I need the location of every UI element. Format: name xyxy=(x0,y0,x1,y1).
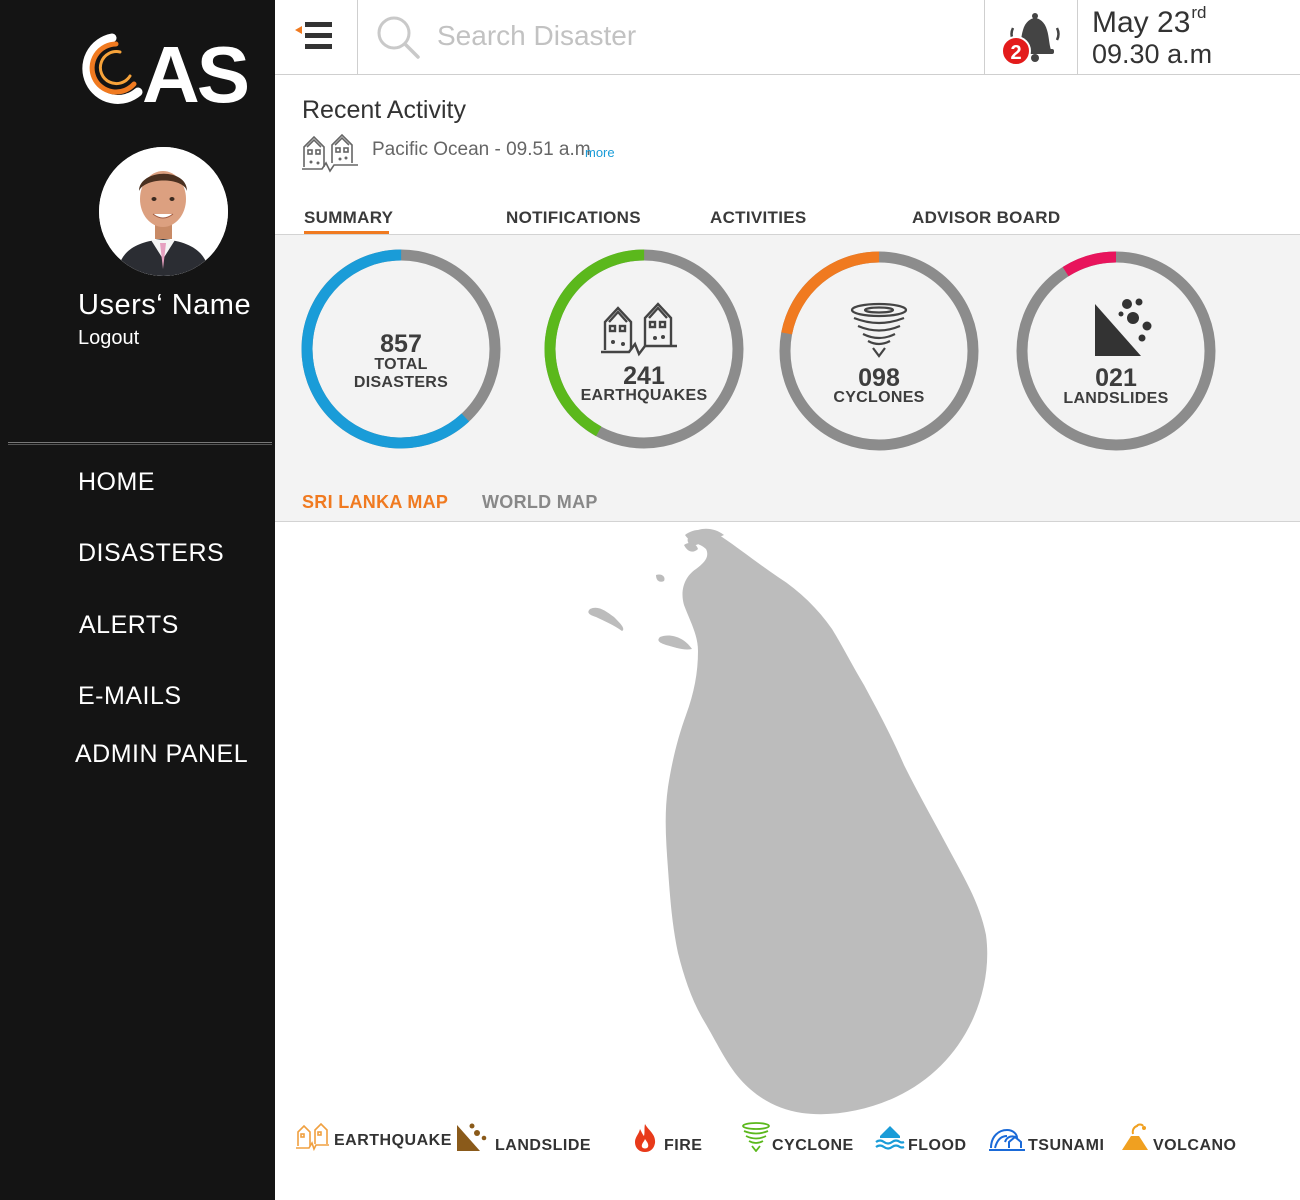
legend-earthquake[interactable]: EARTHQUAKE xyxy=(296,1122,451,1158)
stat-label-line2: DISASTERS xyxy=(353,374,449,391)
current-time: 09.30 a.m xyxy=(1092,39,1213,69)
legend-label: TSUNAMI xyxy=(1028,1137,1105,1154)
search-input[interactable] xyxy=(437,14,957,58)
date-suffix: rd xyxy=(1191,3,1207,22)
stat-total-disasters[interactable]: 857 TOTAL DISASTERS xyxy=(300,248,502,450)
legend-label: FLOOD xyxy=(908,1137,967,1154)
legend-volcano[interactable]: VOLCANO xyxy=(1120,1122,1240,1158)
volcano-icon xyxy=(1122,1123,1148,1150)
legend-label: CYCLONE xyxy=(772,1137,854,1154)
legend-tsunami[interactable]: TSUNAMI xyxy=(989,1122,1109,1158)
earthquake-icon xyxy=(296,1122,329,1152)
stat-label: TOTAL xyxy=(374,356,428,373)
user-name: Users‘ Name xyxy=(78,289,252,321)
legend-label: VOLCANO xyxy=(1153,1137,1237,1154)
tab-advisor-board[interactable]: ADVISOR BOARD xyxy=(912,208,1060,228)
legend-label: EARTHQUAKE xyxy=(334,1132,452,1149)
stat-label: CYCLONES xyxy=(833,389,925,406)
menu-toggle-button[interactable] xyxy=(275,0,358,74)
tab-activities[interactable]: ACTIVITIES xyxy=(710,208,807,228)
legend-landslide[interactable]: LANDSLIDE xyxy=(456,1122,591,1158)
stat-landslides[interactable]: 021 LANDSLIDES xyxy=(1015,250,1217,452)
stat-cyclones[interactable]: 098 CYCLONES xyxy=(778,250,980,452)
nav-item-disasters[interactable]: DISASTERS xyxy=(78,539,224,568)
legend-fire[interactable]: FIRE xyxy=(632,1122,702,1158)
menu-icon xyxy=(295,22,332,49)
legend-cyclone[interactable]: CYCLONE xyxy=(742,1122,854,1158)
landslide-icon xyxy=(457,1123,487,1151)
flood-icon xyxy=(875,1126,905,1150)
avatar[interactable] xyxy=(99,147,228,276)
tab-summary[interactable]: SUMMARY xyxy=(304,208,393,228)
notifications-button[interactable]: 2 xyxy=(984,0,1078,74)
recent-activity-text: Pacific Ocean - 09.51 a.m xyxy=(372,139,591,160)
top-bar: 2 May 23rd 09.30 a.m xyxy=(275,0,1300,75)
cyclone-icon xyxy=(850,302,908,365)
tab-world-map[interactable]: WORLD MAP xyxy=(482,492,598,513)
earthquake-icon xyxy=(302,133,360,173)
stat-label: EARTHQUAKES xyxy=(580,387,708,404)
sidebar: AS Users‘ Name Logout HOME DISASTERS ALE… xyxy=(0,0,275,1200)
recent-activity-more-link[interactable]: more xyxy=(585,145,615,160)
logout-link[interactable]: Logout xyxy=(78,327,139,350)
stat-earthquakes[interactable]: 241 EARTHQUAKES xyxy=(543,248,745,450)
tab-sri-lanka-map[interactable]: SRI LANKA MAP xyxy=(302,492,448,513)
earthquake-icon xyxy=(601,300,681,363)
cas-logo[interactable]: AS xyxy=(76,30,248,108)
legend-label: LANDSLIDE xyxy=(495,1137,592,1154)
nav-item-alerts[interactable]: ALERTS xyxy=(79,611,179,640)
legend-label: FIRE xyxy=(664,1137,703,1154)
tab-notifications[interactable]: NOTIFICATIONS xyxy=(506,208,641,228)
sri-lanka-map[interactable] xyxy=(580,525,1000,1120)
bell-icon xyxy=(1010,13,1060,62)
nav-item-home[interactable]: HOME xyxy=(78,468,155,497)
nav-item-emails[interactable]: E-MAILS xyxy=(78,682,182,711)
notification-badge: 2 xyxy=(1001,36,1031,66)
stat-value: 857 xyxy=(380,330,422,358)
search-icon[interactable] xyxy=(375,14,421,60)
landslide-icon xyxy=(1093,296,1155,363)
nav-item-admin-panel[interactable]: ADMIN PANEL xyxy=(75,740,248,769)
legend-flood[interactable]: FLOOD xyxy=(875,1122,970,1158)
sidebar-divider xyxy=(8,442,272,445)
logo-text: AS xyxy=(142,30,248,108)
stat-label: LANDSLIDES xyxy=(1063,390,1169,407)
stat-value: 021 xyxy=(1095,364,1137,392)
current-date: May 23rd xyxy=(1092,3,1207,39)
tsunami-icon xyxy=(989,1128,1025,1151)
recent-activity-title: Recent Activity xyxy=(302,96,466,124)
fire-icon xyxy=(635,1124,656,1152)
cyclone-icon xyxy=(742,1122,770,1152)
